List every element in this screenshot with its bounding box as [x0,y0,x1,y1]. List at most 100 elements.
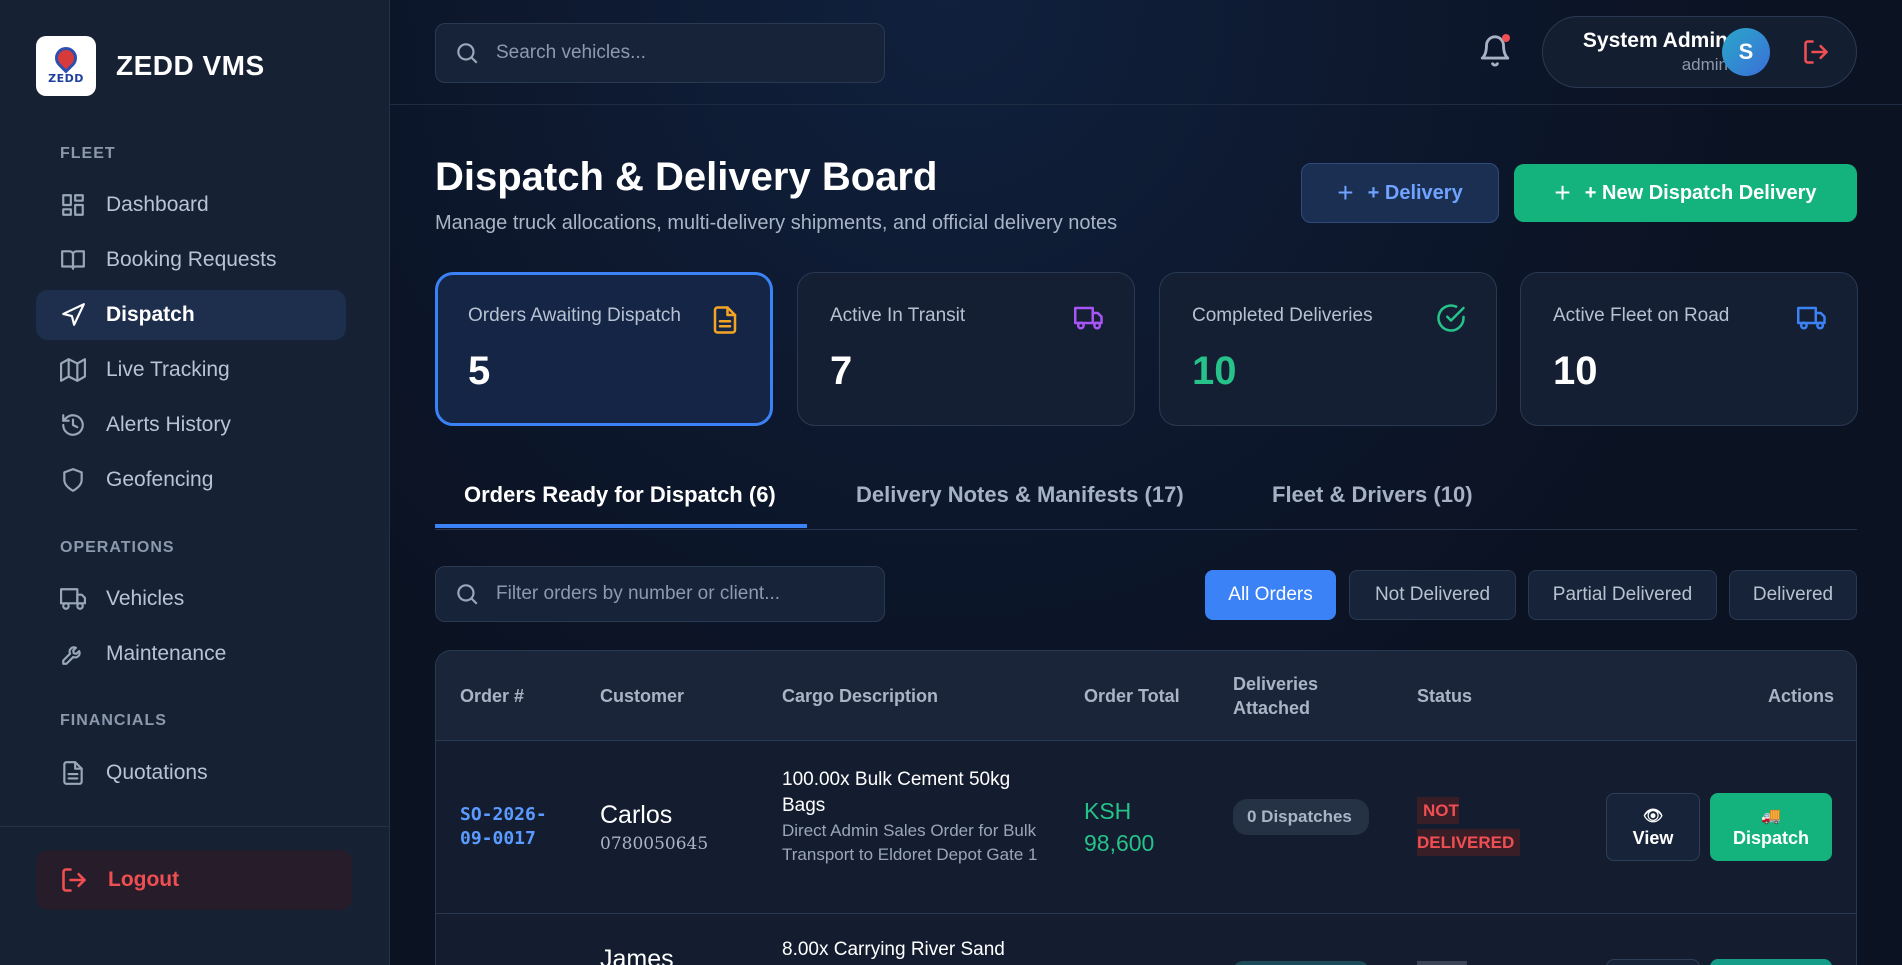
wrench-icon [62,646,81,665]
book-icon [61,250,85,270]
sidebar-item-label: Alerts History [106,413,231,436]
customer-cell: James [600,945,674,965]
add-delivery-button[interactable]: + + Delivery [1301,163,1499,223]
sidebar-item-vehicles[interactable]: Vehicles [36,574,346,624]
vehicle-search-input[interactable] [496,42,856,64]
stat-value: 7 [830,349,853,393]
order-filter-input[interactable] [496,583,856,605]
sidebar-item-alerts-history[interactable]: Alerts History [36,400,346,450]
sidebar-item-live-tracking[interactable]: Live Tracking [36,345,346,395]
view-order-button[interactable] [1606,959,1700,965]
column-order-total: Order Total [1084,686,1180,706]
truck-icon [1074,303,1104,333]
status-badge [1417,961,1467,965]
sidebar-item-booking-requests[interactable]: Booking Requests [36,235,346,285]
user-role: admin [1681,55,1728,74]
sidebar-item-label: Dashboard [106,193,209,216]
stat-completed-deliveries[interactable]: Completed Deliveries 10 [1159,272,1497,426]
logout-label: Logout [108,868,180,891]
order-number[interactable]: SO-2026-09-0017 [460,803,560,851]
deliveries-badge [1233,961,1369,965]
stat-label: Active In Transit [830,305,966,326]
cargo-note: Direct Admin Sales Order for Bulk Transp… [782,821,1038,864]
dispatch-order-button[interactable] [1710,959,1832,965]
cargo-cell: 100.00x Bulk Cement 50kg Bags Direct Adm… [782,767,1042,867]
table-header: Order # Customer Cargo Description Order… [436,651,1856,741]
sidebar: ZEDD ZEDD VMS FLEET Dashboard Booking Re… [0,0,390,965]
order-total: KSH 98,600 [1084,798,1155,856]
deliveries-badge: 0 Dispatches [1233,799,1369,835]
filter-chip-all-orders[interactable]: All Orders [1205,570,1336,620]
tab-bar: Orders Ready for Dispatch (6) Delivery N… [435,470,1857,530]
logout-button[interactable]: Logout [36,850,352,910]
new-dispatch-delivery-label: + New Dispatch Delivery [1584,181,1817,204]
tab-delivery-notes[interactable]: Delivery Notes & Manifests (17) [856,482,1184,528]
stat-label: Completed Deliveries [1192,305,1373,326]
customer-name: James [600,945,674,965]
stat-active-fleet-on-road[interactable]: Active Fleet on Road 10 [1520,272,1858,426]
sidebar-divider [0,826,390,827]
stat-value: 10 [1192,349,1237,393]
status-text: NOT DELIVERED [1417,797,1521,856]
sidebar-item-label: Live Tracking [106,358,230,381]
brand-logo: ZEDD [36,36,96,96]
stat-orders-awaiting-dispatch[interactable]: Orders Awaiting Dispatch 5 [435,272,773,426]
notification-bell[interactable] [1478,34,1512,68]
user-name: System Admin [1582,29,1728,52]
sidebar-item-dashboard[interactable]: Dashboard [36,180,346,230]
filter-chip-not-delivered[interactable]: Not Delivered [1349,570,1516,620]
orders-table: Order # Customer Cargo Description Order… [435,650,1857,965]
column-customer: Customer [600,686,685,706]
check-circle-icon [1436,303,1466,333]
view-label: View [1632,827,1674,848]
avatar[interactable]: S [1722,28,1770,76]
sidebar-item-quotations[interactable]: Quotations [36,748,346,798]
add-delivery-label: + Delivery [1367,181,1463,204]
nav-section-operations: OPERATIONS [60,539,175,556]
new-dispatch-delivery-button[interactable]: + + New Dispatch Delivery [1514,164,1857,222]
user-info: System Admin admin [1583,29,1728,75]
sidebar-item-label: Geofencing [106,468,214,491]
nav-section-financials: FINANCIALS [60,712,167,729]
logout-icon [62,868,86,892]
sidebar-item-maintenance[interactable]: Maintenance [36,629,346,679]
column-cargo-description: Cargo Description [782,686,939,706]
cargo-description: 8.00x Carrying River Sand [782,939,1005,960]
dispatch-order-button[interactable]: 🚚 Dispatch [1710,793,1832,861]
table-row[interactable]: James 8.00x Carrying River Sand [436,915,1856,965]
dispatch-label: Dispatch [1732,827,1810,848]
dashboard-icon [62,194,84,216]
page-title: Dispatch & Delivery Board [435,155,938,199]
brand[interactable]: ZEDD ZEDD VMS [36,36,265,96]
stat-label: Active Fleet on Road [1553,305,1730,326]
deliveries-attached: 0 Dispatches [1233,799,1369,835]
column-order-number: Order # [460,686,525,706]
column-deliveries-attached: Deliveries Attached [1233,674,1319,718]
notification-dot [1502,34,1510,42]
sidebar-item-geofencing[interactable]: Geofencing [36,455,346,505]
tab-orders-ready[interactable]: Orders Ready for Dispatch (6) [435,482,807,528]
tab-fleet-drivers[interactable]: Fleet & Drivers (10) [1272,482,1473,528]
view-order-button[interactable]: 👁 View [1606,793,1700,861]
vehicle-search [435,23,885,83]
sidebar-item-dispatch[interactable]: Dispatch [36,290,346,340]
status-badge: NOT DELIVERED [1417,795,1527,859]
filter-chip-partial-delivered[interactable]: Partial Delivered [1528,570,1717,620]
logout-icon [1804,40,1828,64]
sidebar-item-label: Maintenance [106,642,227,665]
stat-label: Orders Awaiting Dispatch [468,305,681,326]
sidebar-item-label: Dispatch [106,303,195,326]
topbar-logout-button[interactable] [1802,38,1830,66]
table-row[interactable]: SO-2026-09-0017 Carlos 0780050645 100.00… [436,741,1856,914]
filter-chip-delivered[interactable]: Delivered [1729,570,1857,620]
customer-phone: 0780050645 [600,834,709,854]
plus-icon: + [1337,177,1354,208]
truck-icon [60,588,86,610]
sidebar-item-label: Quotations [106,761,208,784]
send-icon [62,303,85,326]
topbar: System Admin admin [390,0,1902,105]
sidebar-item-label: Vehicles [106,587,185,610]
stat-active-in-transit[interactable]: Active In Transit 7 [797,272,1135,426]
history-icon [62,414,84,436]
eye-icon: 👁 [1642,807,1664,825]
